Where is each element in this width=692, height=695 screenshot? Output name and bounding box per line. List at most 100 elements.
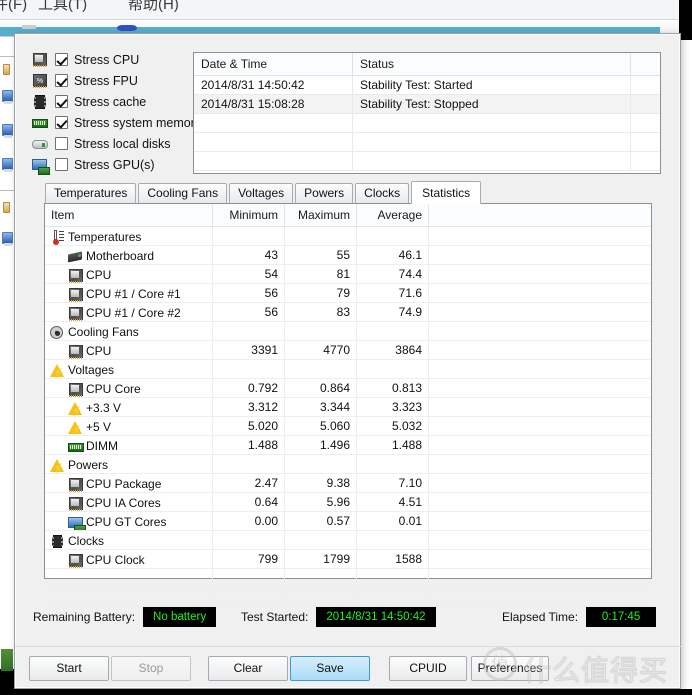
statistics-item: Motherboard [45,246,213,264]
statistics-blank [429,246,651,264]
statistics-blank [429,512,651,530]
column-header-average[interactable]: Average [357,204,429,226]
option-stress-cpu[interactable]: Stress CPU [31,49,196,70]
table-row[interactable]: 2014/8/31 15:08:28 Stability Test: Stopp… [194,95,660,114]
statistics-blank [429,474,651,492]
tree-node-icon[interactable] [2,90,13,104]
tab-statistics[interactable]: Statistics [411,181,482,204]
statistics-average: 5.032 [357,417,429,435]
cpu-icon [31,52,49,68]
checkbox-stress-fpu[interactable] [55,74,68,87]
table-row[interactable] [45,588,651,607]
column-header-maximum[interactable]: Maximum [285,204,357,226]
tree-node-icon[interactable] [2,158,13,172]
statistics-average [357,569,429,587]
statistics-item: CPU GT Cores [45,512,213,530]
tab-clocks[interactable]: Clocks [355,183,410,203]
statistics-table[interactable]: Item Minimum Maximum Average Temperature… [44,203,652,607]
statistics-blank [429,265,651,283]
tree-node-icon[interactable] [2,232,13,246]
tab-voltages[interactable]: Voltages [229,183,294,203]
statistics-item-label: CPU GT Cores [86,515,167,529]
tab-powers[interactable]: Powers [295,183,354,203]
table-row[interactable]: +5 V 5.0205.0605.032 [45,417,651,436]
table-row[interactable]: CPU #1 / Core #1 56 79 71.6 [45,284,651,303]
table-row[interactable] [194,133,660,152]
cpu-icon [67,344,83,359]
table-row[interactable]: DIMM 1.488 1.496 1.488 [45,436,651,455]
table-row[interactable]: 2014/8/31 14:50:42 Stability Test: Start… [194,76,660,95]
checkbox-stress-gpus[interactable] [55,158,68,171]
table-row[interactable]: Clocks [45,531,651,550]
toolbar-oval-icon[interactable] [117,25,137,31]
tree-node-icon[interactable] [2,124,13,138]
status-bar: Remaining Battery: No battery Test Start… [25,606,675,638]
table-row[interactable]: +3.3 V 3.3123.3443.323 [45,398,651,417]
option-stress-system-memory[interactable]: Stress system memory [31,112,201,133]
option-stress-gpus[interactable]: Stress GPU(s) [31,154,196,175]
tree-node-icon[interactable] [3,202,10,213]
table-row[interactable]: Powers [45,455,651,474]
start-button[interactable]: Start [29,656,109,681]
statistics-blank [429,360,651,378]
option-stress-cache[interactable]: Stress cache [31,91,196,112]
cpu-icon [67,287,83,302]
table-row[interactable]: CPU Core 0.792 0.864 0.813 [45,379,651,398]
checkbox-stress-system-memory[interactable] [55,116,68,129]
statistics-maximum: 1799 [285,550,357,568]
column-header-minimum[interactable]: Minimum [213,204,285,226]
table-row[interactable] [194,152,660,171]
clear-button[interactable]: Clear [208,656,288,681]
table-row[interactable]: Temperatures [45,227,651,246]
column-header-status[interactable]: Status [353,53,631,75]
preferences-button[interactable]: Preferences [471,656,549,681]
statistics-average: 0.813 [357,379,429,397]
tab-cooling-fans[interactable]: Cooling Fans [138,183,228,203]
statistics-maximum [285,455,357,473]
save-button[interactable]: Save [290,656,370,681]
checkbox-stress-cpu[interactable] [55,53,68,66]
table-row[interactable]: CPU 3391 4770 3864 [45,341,651,360]
column-header-datetime[interactable]: Date & Time [194,53,353,75]
remaining-battery-group: Remaining Battery: No battery [33,606,217,628]
menu-item-tools[interactable]: 工具(T) [38,0,87,14]
table-row[interactable]: CPU 54 81 74.4 [45,265,651,284]
statistics-maximum: 9.38 [285,474,357,492]
voltage-icon [49,458,65,473]
statistics-maximum: 3.344 [285,398,357,416]
test-started-value: 2014/8/31 14:50:42 [316,607,436,627]
clock-chip-icon [49,534,65,549]
table-row[interactable]: Cooling Fans [45,322,651,341]
statistics-item [45,569,213,587]
table-row[interactable] [45,569,651,588]
table-row[interactable]: CPU Package 2.47 9.38 7.10 [45,474,651,493]
option-stress-fpu[interactable]: % Stress FPU [31,70,196,91]
column-header-blank[interactable] [429,204,651,226]
menu-item-help[interactable]: 帮助(H) [128,0,179,14]
statistics-minimum: 1.488 [213,436,285,454]
table-row[interactable]: Motherboard 43 55 46.1 [45,246,651,265]
menu-item-file[interactable]: 文件(F) [0,0,27,14]
elapsed-time-value: 0:17:45 [586,607,657,627]
checkbox-stress-local-disks[interactable] [55,137,68,150]
statistics-maximum: 79 [285,284,357,302]
checkbox-stress-cache[interactable] [55,95,68,108]
remaining-battery-label: Remaining Battery: [33,610,136,624]
option-stress-local-disks[interactable]: Stress local disks [31,133,196,154]
statistics-maximum: 4770 [285,341,357,359]
cpuid-button[interactable]: CPUID [389,656,467,681]
toolbar-dash-icon[interactable] [22,25,36,29]
event-log-grid[interactable]: Date & Time Status 2014/8/31 14:50:42 St… [193,52,661,174]
table-row[interactable]: Voltages [45,360,651,379]
table-row[interactable]: CPU IA Cores 0.64 5.96 4.51 [45,493,651,512]
table-row[interactable]: CPU Clock 799 1799 1588 [45,550,651,569]
table-row[interactable]: CPU #1 / Core #2 56 83 74.9 [45,303,651,322]
column-header-item[interactable]: Item [45,204,213,226]
tree-node-icon[interactable] [3,64,10,75]
tab-temperatures[interactable]: Temperatures [45,183,137,203]
statistics-item-label: Powers [68,458,109,472]
column-header-blank[interactable] [631,53,660,75]
table-row[interactable] [194,114,660,133]
table-row[interactable]: CPU GT Cores 0.00 0.57 0.01 [45,512,651,531]
statistics-average: 74.9 [357,303,429,321]
